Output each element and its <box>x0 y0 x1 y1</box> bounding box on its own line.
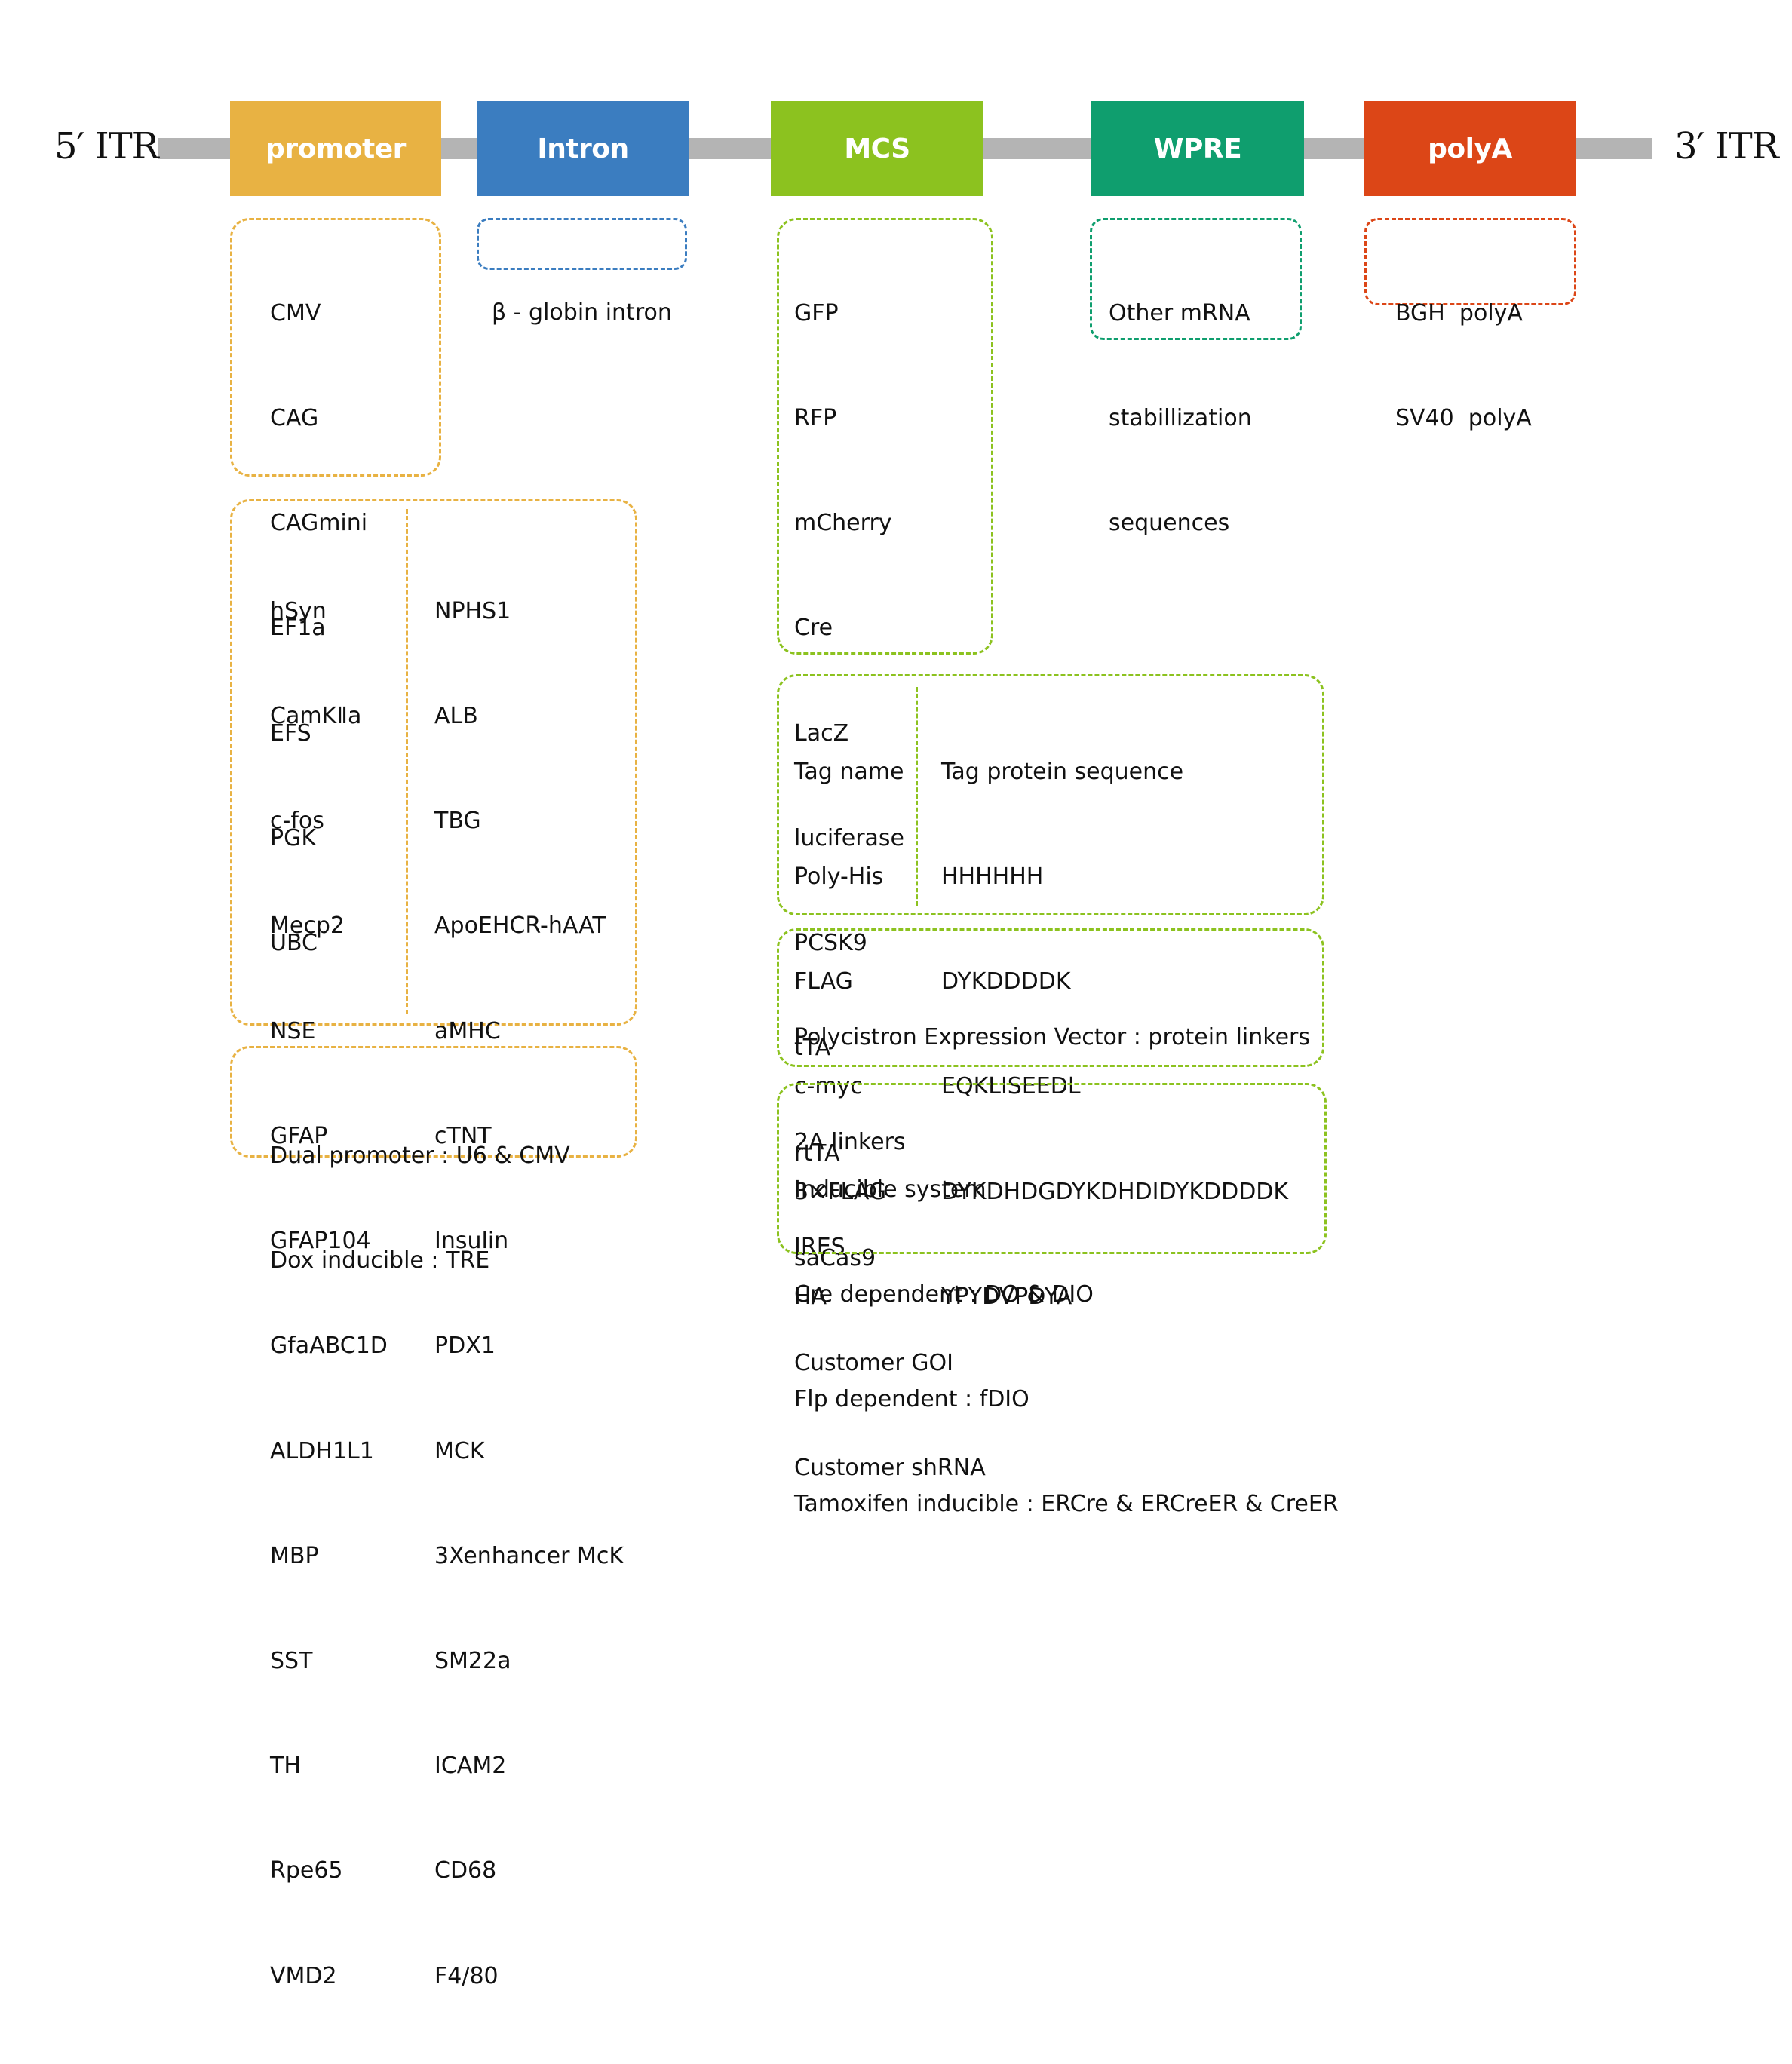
list-item: Polycistron Expression Vector : protein … <box>794 1023 1311 1050</box>
list-item: ICAM2 <box>434 1753 507 1780</box>
mcs-element: MCS <box>771 101 983 196</box>
list-item: CMV <box>270 299 321 327</box>
tag-name: Poly-His <box>794 863 884 891</box>
list-item: ALB <box>434 703 478 730</box>
list-item: GFP <box>794 299 839 327</box>
list-item: Other mRNA <box>1109 299 1250 327</box>
polya-element: polyA <box>1364 101 1576 196</box>
list-item: SST <box>270 1648 313 1674</box>
intron-element: Intron <box>477 101 689 196</box>
list-item: BGH polyA <box>1395 299 1523 327</box>
list-item: VMD2 <box>270 1962 337 1989</box>
list-item: 3Xenhancer McK <box>434 1542 624 1569</box>
list-item: sequences <box>1109 510 1230 537</box>
list-item: Flp dependent : fDIO <box>794 1386 1029 1413</box>
list-item: MCK <box>434 1437 485 1464</box>
promoter-special-box: Dual promoter : U6 & CMV Dox inducible :… <box>230 1046 637 1274</box>
promoter-element: promoter <box>230 101 441 196</box>
promoter-tissue-specific-box: hSyn CamKⅡa c-fos Mecp2 NSE GFAP GFAP104… <box>230 499 637 1989</box>
list-item: c-fos <box>270 808 324 835</box>
list-item: TBG <box>434 808 481 835</box>
list-item: stabillization <box>1109 405 1252 432</box>
mcs-genes-box: GFP RFP mCherry Cre LacZ luciferase PCSK… <box>777 218 993 1481</box>
list-item: TH <box>270 1753 301 1780</box>
list-item: Rpe65 <box>270 1857 343 1885</box>
list-item: Inducible system <box>794 1176 987 1203</box>
mcs-polycistron-box: Polycistron Expression Vector : protein … <box>777 928 1324 1260</box>
wpre-box: Other mRNA stabillization sequences <box>1090 218 1302 536</box>
five-prime-itr-label: 5′ ITR <box>54 125 159 167</box>
list-item: SM22a <box>434 1648 511 1674</box>
list-item: Dual promoter : U6 & CMV <box>270 1142 570 1169</box>
promoter-ubiquitous-box: CMV CAG CAGmini EF1a EFS PGK UBC <box>230 218 441 956</box>
mcs-inducible-box: Inducible system Cre dependent : DO & DI… <box>777 1083 1339 1517</box>
list-item: CAG <box>270 405 319 432</box>
three-prime-itr-label: 3′ ITR <box>1674 125 1779 167</box>
list-item: aMHC <box>434 1017 501 1044</box>
list-item: MBP <box>270 1542 319 1569</box>
intron-box: β - globin intron <box>477 218 687 326</box>
list-item: ApoEHCR-hAAT <box>434 912 606 940</box>
inducible-list: Inducible system Cre dependent : DO & DI… <box>794 1103 1339 1593</box>
list-item: Mecp2 <box>270 912 345 940</box>
column-divider <box>406 509 408 1014</box>
list-item: mCherry <box>794 510 892 537</box>
intron-list: β - globin intron <box>492 225 672 400</box>
column-divider <box>916 687 918 906</box>
list-item: CamKⅡa <box>270 703 362 730</box>
list-item: Cre <box>794 615 833 642</box>
mcs-tags-box: Tag name Poly-His FLAG c-myc 3×FLAG HA T… <box>777 674 1324 1310</box>
list-item: Dox inducible : TRE <box>270 1247 490 1274</box>
tag-name-header: Tag name <box>794 758 904 785</box>
list-item: hSyn <box>270 597 327 624</box>
list-item: SV40 polyA <box>1395 405 1532 432</box>
list-item: Cre dependent : DO & DIO <box>794 1281 1094 1308</box>
wpre-element: WPRE <box>1091 101 1304 196</box>
polya-list: BGH polyA SV40 polyA <box>1395 226 1532 506</box>
wpre-list: Other mRNA stabillization sequences <box>1109 226 1252 611</box>
list-item: CD68 <box>434 1857 497 1885</box>
polya-box: BGH polyA SV40 polyA <box>1364 218 1576 431</box>
list-item: RFP <box>794 405 837 432</box>
tag-sequence-header: Tag protein sequence <box>941 758 1184 785</box>
list-item: NPHS1 <box>434 597 511 624</box>
list-item: ALDH1L1 <box>270 1437 374 1464</box>
list-item: NSE <box>270 1017 316 1044</box>
list-item: F4/80 <box>434 1962 499 1989</box>
list-item: β - globin intron <box>492 299 672 326</box>
promoter-special-list: Dual promoter : U6 & CMV Dox inducible :… <box>270 1069 570 1348</box>
tag-sequence: HHHHHH <box>941 863 1044 891</box>
list-item: Tamoxifen inducible : ERCre & ERCreER & … <box>794 1491 1339 1518</box>
